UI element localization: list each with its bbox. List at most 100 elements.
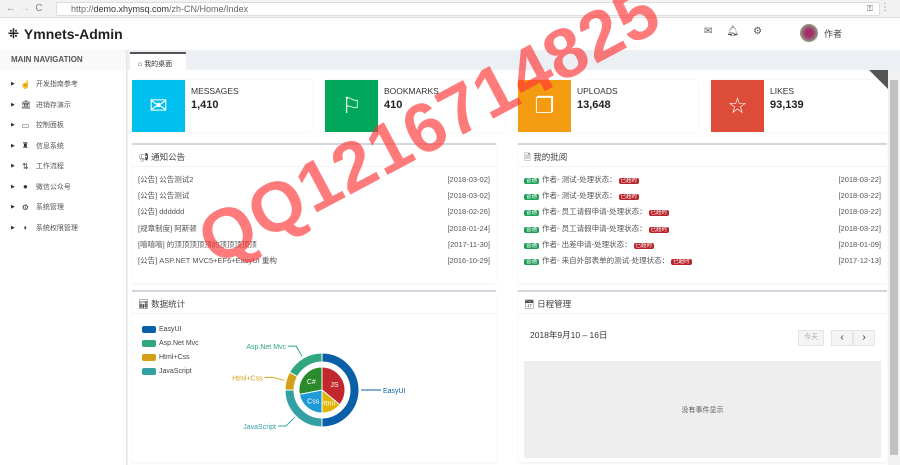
sidebar-item[interactable]: ▶ ⚙ 系统管理 xyxy=(0,197,126,218)
sidebar-item-label: 信息系统 xyxy=(35,142,64,150)
url-prefix: http:// xyxy=(71,4,94,14)
panel-title: 通知公告 xyxy=(151,152,186,162)
approval-date: [2018-01-09] xyxy=(838,239,881,249)
bank-icon: 🏛 xyxy=(20,100,32,110)
approval-row[interactable]: 普通 作者- 来自外部表单的测试-处理状态： 已超时 [2017-12-13] xyxy=(518,252,887,268)
slice-label: JavaScript xyxy=(243,424,276,431)
bell-icon[interactable]: 🔔︎ xyxy=(726,26,739,37)
sidebar-item[interactable]: ▶ ☝ 开发指南参考 xyxy=(0,74,126,95)
approval-item[interactable]: 普通 作者- 来自外部表单的测试-处理状态： 已超时 xyxy=(524,255,692,266)
sidebar-item[interactable]: ▶ 🏛 进销存演示 xyxy=(0,95,126,116)
approval-item[interactable]: 普通 作者- 出差申请-处理状态： 已超时 xyxy=(524,239,655,250)
sidebar-item[interactable]: ▶ ● 微信公众号 xyxy=(0,177,126,198)
next-button[interactable]: › xyxy=(853,330,875,346)
bar-chart-icon: 📊︎ xyxy=(138,299,152,309)
approval-row[interactable]: 普通 作者- 测试-处理状态： 已超时 [2018-03-22] xyxy=(518,187,887,203)
stat-label: MESSAGES xyxy=(191,86,239,96)
approval-text: 作者- 员工请假申请-处理状态： xyxy=(542,207,647,217)
approval-item[interactable]: 普通 作者- 员工请假申请-处理状态： 已超时 xyxy=(524,206,670,217)
caret-right-icon: ▶ xyxy=(11,163,15,170)
main-content: ✉ MESSAGES 1,410 ⚐ BOOKMARKS 410 ❐ UPLOADS 13,64… xyxy=(128,70,891,465)
priority-badge: 普通 xyxy=(524,242,540,249)
sidebar-item-label: 微信公众号 xyxy=(35,183,71,191)
slice-label: EasyUI xyxy=(383,388,406,395)
hand-pointer-icon: ☝ xyxy=(20,79,31,89)
stat-card-uploads: ❐ UPLOADS 13,648 xyxy=(518,80,698,132)
notice-row[interactable]: [公告] dddddd [2018-02-26] xyxy=(132,204,496,220)
stat-value: 13,648 xyxy=(577,99,611,111)
notice-date: [2018-03-02] xyxy=(447,190,490,200)
back-icon[interactable]: ← xyxy=(4,3,18,14)
notice-title[interactable]: [公告] ASP.NET MVC5+EF6+EasyUI 重构 xyxy=(138,255,277,266)
panel-title: 数据统计 xyxy=(151,299,186,309)
sidebar-item-label: 系统管理 xyxy=(35,204,64,212)
sidebar-item[interactable]: ▶ ♜ 信息系统 xyxy=(0,136,126,157)
approval-text: 作者- 测试-处理状态： xyxy=(542,174,617,184)
priority-badge: 普通 xyxy=(524,177,540,184)
approval-row[interactable]: 普通 作者- 员工请假申请-处理状态： 已超时 [2018-03-22] xyxy=(518,220,887,236)
approval-date: [2018-03-22] xyxy=(838,223,881,233)
gears-icon: ⚙ xyxy=(21,202,29,212)
approval-item[interactable]: 普通 作者- 测试-处理状态： 已超时 xyxy=(524,174,640,185)
caret-right-icon: ▶ xyxy=(11,101,15,108)
sidebar-item[interactable]: ▶ ◗ 系统权限管理 xyxy=(0,218,126,239)
files-icon: ❐ xyxy=(518,80,571,132)
notice-title[interactable]: [公告] 公告测试 xyxy=(138,190,189,201)
forward-icon[interactable]: → xyxy=(18,3,32,14)
envelope-icon: ✉ xyxy=(132,80,185,132)
status-badge: 已超时 xyxy=(648,226,670,233)
user-menu[interactable]: 作者 xyxy=(800,24,842,42)
notice-title[interactable]: [公告] 公告测试2 xyxy=(138,174,193,185)
key-icon[interactable]: ⚿ xyxy=(867,3,873,15)
notice-row[interactable]: [规章制度] 阿斯顿 [2018-01-24] xyxy=(132,220,496,236)
scrollbar-thumb[interactable] xyxy=(890,80,898,455)
notice-date: [2016-10-29] xyxy=(447,256,490,266)
panel-title: 我的批阅 xyxy=(533,152,568,162)
fullscreen-toggle[interactable] xyxy=(869,70,888,89)
priority-badge: 普通 xyxy=(524,226,540,233)
today-button[interactable]: 今天 xyxy=(798,330,824,346)
notice-row[interactable]: [公告] 公告测试2 [2018-03-02] xyxy=(132,171,496,187)
approval-date: [2018-03-22] xyxy=(838,174,881,184)
notice-title[interactable]: [嘻嘻嘻] 的顶顶顶顶顶的顶顶顶顶顶 xyxy=(138,239,257,250)
approval-row[interactable]: 普通 作者- 测试-处理状态： 已超时 [2018-03-22] xyxy=(518,171,887,187)
approval-item[interactable]: 普通 作者- 员工请假申请-处理状态： 已超时 xyxy=(524,223,670,234)
scrollbar[interactable] xyxy=(888,70,900,465)
slice-label: JS xyxy=(330,382,339,389)
logo[interactable]: ⁜ Ymnets-Admin xyxy=(8,26,123,42)
address-bar[interactable]: http://demo.xhymsq.com/zh-CN/Home/Index ⚿ xyxy=(56,2,880,16)
status-badge: 已超时 xyxy=(618,193,640,200)
tab-my-desktop[interactable]: ⌂ 我的桌面 xyxy=(130,52,186,70)
status-badge: 已超时 xyxy=(633,242,655,249)
reload-icon[interactable]: C xyxy=(32,3,46,14)
wechat-icon: ● xyxy=(22,182,28,192)
browser-menu-icon[interactable]: ⋮ xyxy=(880,2,890,13)
stat-value: 93,139 xyxy=(770,99,804,111)
stats-panel: 📊︎ 数据统计 EasyUI Asp.Net Mvc Html+Css JavaScr… xyxy=(132,290,496,462)
notice-title[interactable]: [规章制度] 阿斯顿 xyxy=(138,223,197,234)
approval-item[interactable]: 普通 作者- 测试-处理状态： 已超时 xyxy=(524,190,640,201)
label-line xyxy=(264,376,285,381)
approval-row[interactable]: 普通 作者- 出差申请-处理状态： 已超时 [2018-01-09] xyxy=(518,236,887,252)
notice-row[interactable]: [公告] ASP.NET MVC5+EF6+EasyUI 重构 [2016-10-… xyxy=(132,252,496,268)
star-icon: ☆ xyxy=(711,80,764,132)
app-header: ⁜ Ymnets-Admin ✉ 🔔︎ ⚙ 作者 xyxy=(0,18,900,50)
notice-title[interactable]: [公告] dddddd xyxy=(138,206,184,217)
notice-row[interactable]: [嘻嘻嘻] 的顶顶顶顶顶的顶顶顶顶顶 [2017-11-30] xyxy=(132,236,496,252)
browser-toolbar: ← → C http://demo.xhymsq.com/zh-CN/Home/… xyxy=(0,0,900,18)
sidebar-item-label: 进销存演示 xyxy=(35,101,71,109)
gears-icon[interactable]: ⚙ xyxy=(753,26,762,37)
desktop-icon: ▭ xyxy=(21,120,30,130)
stat-label: LIKES xyxy=(770,86,795,96)
sidebar-item[interactable]: ▶ ⇅ 工作流程 xyxy=(0,156,126,177)
calendar-panel: 📅︎ 日程管理 2018年9月10 – 16日 今天 ‹ › 没有事件显示 xyxy=(518,290,887,462)
status-badge: 已超时 xyxy=(648,210,670,217)
prev-button[interactable]: ‹ xyxy=(831,330,853,346)
avatar xyxy=(800,24,818,42)
sidebar-item-label: 系统权限管理 xyxy=(35,224,78,232)
mail-icon[interactable]: ✉ xyxy=(704,26,712,37)
notice-row[interactable]: [公告] 公告测试 [2018-03-02] xyxy=(132,187,496,203)
approval-row[interactable]: 普通 作者- 员工请假申请-处理状态： 已超时 [2018-03-22] xyxy=(518,204,887,220)
sidebar-item[interactable]: ▶ ▭ 控制面板 xyxy=(0,115,126,136)
slice-label: Html xyxy=(321,400,336,407)
